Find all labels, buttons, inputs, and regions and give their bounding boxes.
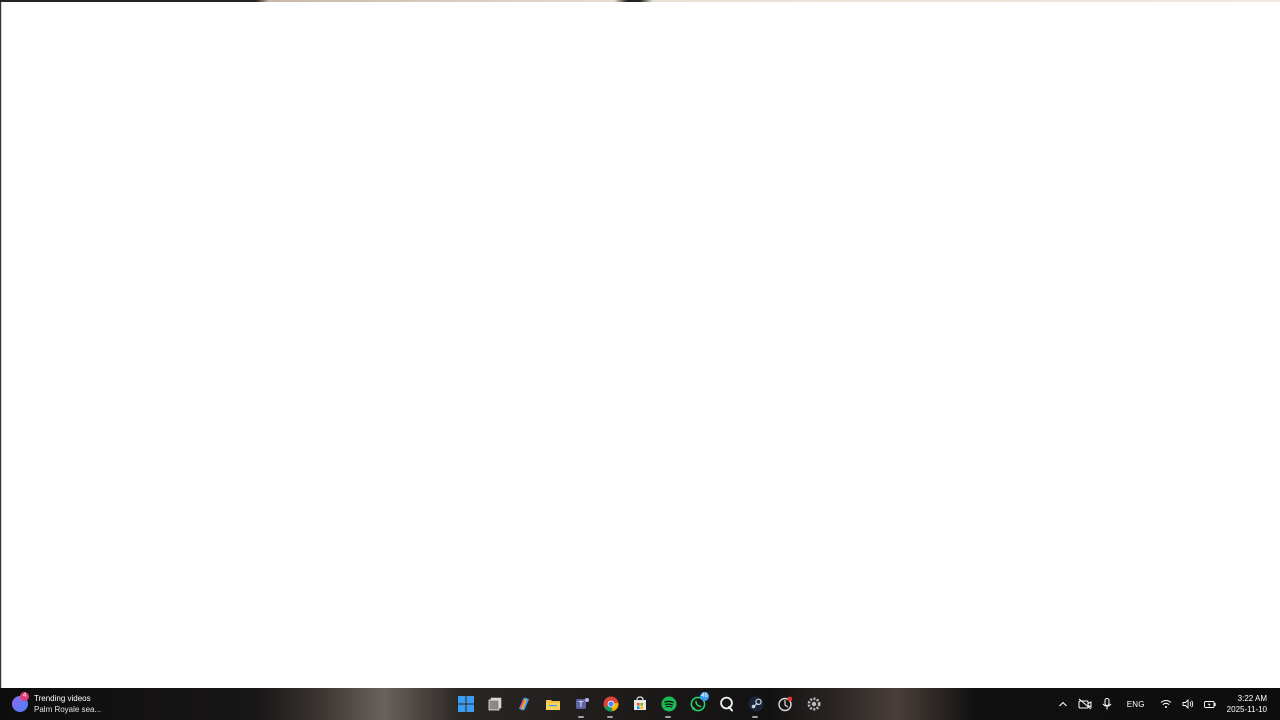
- svg-text:T: T: [577, 700, 583, 709]
- volume-button[interactable]: [1177, 689, 1199, 719]
- network-button[interactable]: [1155, 689, 1177, 719]
- speaker-icon: [1182, 699, 1193, 709]
- input-language-button[interactable]: ENG: [1117, 689, 1155, 719]
- camera-off-button[interactable]: [1073, 689, 1097, 719]
- steam-icon: [748, 696, 763, 712]
- teams-icon: T: [575, 698, 589, 709]
- steam-button[interactable]: [741, 689, 770, 719]
- widget-title: Trending videos: [34, 694, 91, 703]
- running-indicator: [578, 716, 584, 718]
- running-indicator: [607, 716, 613, 718]
- whatsapp-button[interactable]: 48: [683, 689, 712, 719]
- camera-off-icon: [1078, 698, 1092, 710]
- copilot-icon: [518, 697, 529, 711]
- battery-charging-icon: [1203, 701, 1216, 708]
- taskbar: 4 Trending videos Palm Royale sea... T 4…: [0, 688, 1280, 720]
- task-view-button[interactable]: [480, 689, 509, 719]
- spotify-icon: [661, 696, 676, 712]
- start-icon: [457, 696, 474, 712]
- file-explorer-button[interactable]: [538, 689, 567, 719]
- search-lens-icon: [719, 696, 733, 712]
- microphone-icon: [1102, 698, 1112, 710]
- settings-button[interactable]: [799, 689, 828, 719]
- microphone-button[interactable]: [1097, 689, 1117, 719]
- show-hidden-icons-button[interactable]: [1053, 689, 1073, 719]
- microsoft-store-icon: [633, 696, 646, 710]
- copilot-button[interactable]: [509, 689, 538, 719]
- chrome-button[interactable]: [596, 689, 625, 719]
- chrome-icon: [603, 696, 618, 712]
- widget-subtitle: Palm Royale sea...: [34, 705, 102, 714]
- blank-window-content[interactable]: [1, 2, 1280, 688]
- spotify-button[interactable]: [654, 689, 683, 719]
- search-lens-button[interactable]: [712, 689, 741, 719]
- chevron-up-icon: [1058, 701, 1067, 707]
- start-button[interactable]: [451, 689, 480, 719]
- running-indicator: [752, 716, 758, 718]
- app-icon: [777, 696, 792, 712]
- clock-date: 2025-11-10: [1226, 705, 1267, 714]
- task-view-icon: [488, 697, 501, 711]
- battery-button[interactable]: [1199, 689, 1221, 719]
- running-indicator: [665, 716, 671, 718]
- teams-button[interactable]: T: [567, 689, 596, 719]
- system-tray: ENG 3:22 AM 2025-11-10: [1053, 689, 1272, 719]
- widgets-badge: 4: [20, 692, 29, 701]
- app-button[interactable]: [770, 689, 799, 719]
- wifi-icon: [1160, 700, 1171, 708]
- clock-button[interactable]: 3:22 AM 2025-11-10: [1221, 689, 1272, 719]
- clock-time: 3:22 AM: [1237, 694, 1267, 703]
- taskbar-pinned-apps: T 48: [451, 689, 828, 719]
- file-explorer-icon: [545, 700, 560, 710]
- widgets-icon: 4: [12, 692, 29, 712]
- whatsapp-badge: 48: [700, 692, 709, 701]
- microsoft-store-button[interactable]: [625, 689, 654, 719]
- widgets-button[interactable]: 4 Trending videos Palm Royale sea...: [12, 691, 101, 717]
- settings-icon: [807, 697, 820, 711]
